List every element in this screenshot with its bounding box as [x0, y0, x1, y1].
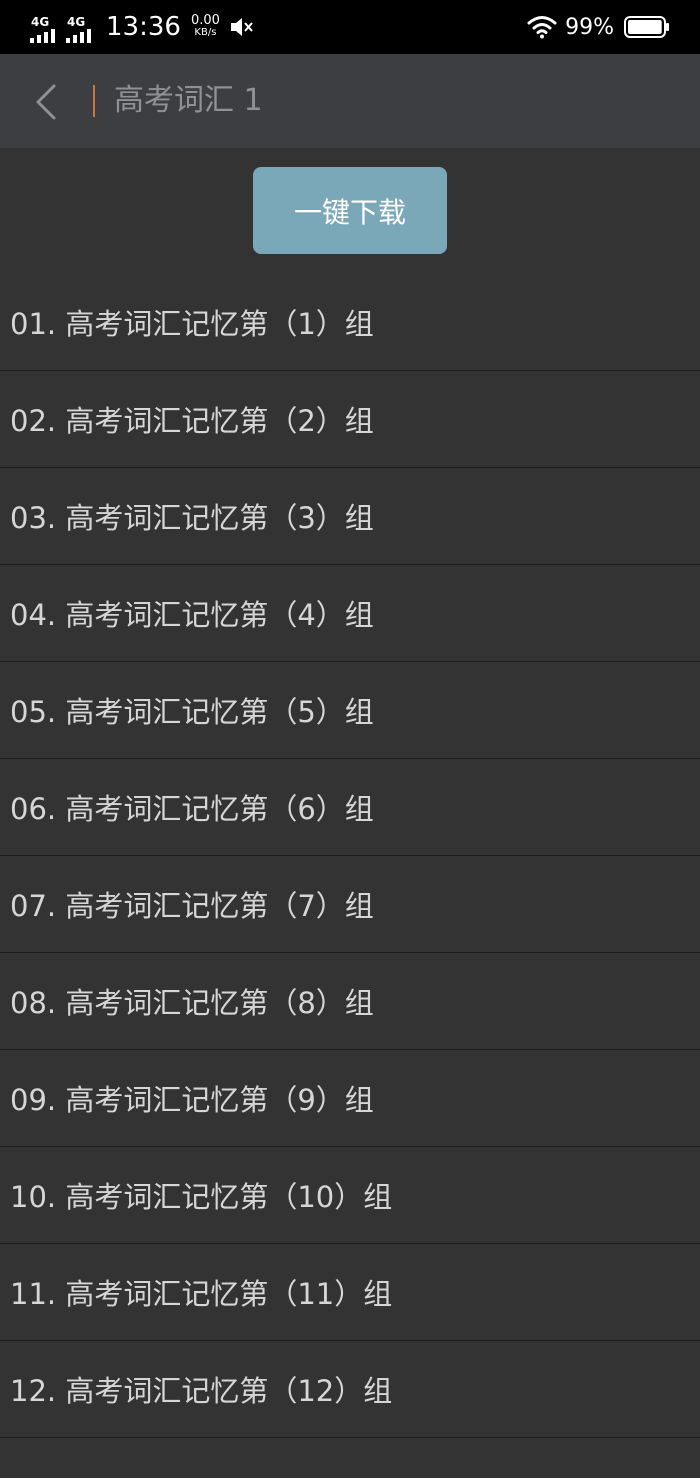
clock: 13:36: [106, 12, 181, 42]
list-item-label: 12. 高考词汇记忆第（12）组: [10, 1374, 393, 1408]
list-item-label: 08. 高考词汇记忆第（8）组: [10, 986, 374, 1020]
list-item[interactable]: 10. 高考词汇记忆第（10）组: [0, 1147, 700, 1244]
status-bar: 4G 4G 13:36 0.00 KB/s 99%: [0, 0, 700, 54]
list-item-label: 10. 高考词汇记忆第（10）组: [10, 1180, 393, 1214]
list-item[interactable]: 08. 高考词汇记忆第（8）组: [0, 953, 700, 1050]
list-item-label: 02. 高考词汇记忆第（2）组: [10, 404, 374, 438]
app-bar: 高考词汇 1: [0, 54, 700, 148]
battery-percent: 99%: [565, 14, 614, 40]
signal-indicator-1: 4G: [30, 7, 62, 47]
list-item-label: 03. 高考词汇记忆第（3）组: [10, 501, 374, 535]
signal-icon: [66, 29, 91, 43]
list-item[interactable]: 02. 高考词汇记忆第（2）组: [0, 371, 700, 468]
page-title: 高考词汇 1: [114, 83, 263, 118]
signal-icon: [30, 29, 55, 43]
download-all-button[interactable]: 一键下载: [253, 167, 447, 254]
back-arrow-icon: [36, 84, 56, 120]
signal-indicator-2: 4G: [66, 7, 98, 47]
list-item-label: 07. 高考词汇记忆第（7）组: [10, 889, 374, 923]
list-item[interactable]: 03. 高考词汇记忆第（3）组: [0, 468, 700, 565]
list-item[interactable]: 12. 高考词汇记忆第（12）组: [0, 1341, 700, 1438]
mute-icon: [230, 18, 253, 36]
list-item-label: 04. 高考词汇记忆第（4）组: [10, 598, 374, 632]
vocab-group-list: 01. 高考词汇记忆第（1）组 02. 高考词汇记忆第（2）组 03. 高考词汇记忆…: [0, 274, 700, 1438]
network-speed-unit: KB/s: [194, 27, 217, 38]
list-item[interactable]: 11. 高考词汇记忆第（11）组: [0, 1244, 700, 1341]
title-divider: [93, 85, 95, 117]
battery-icon: [624, 16, 669, 38]
network-type-label: 4G: [67, 15, 86, 29]
list-item-label: 06. 高考词汇记忆第（6）组: [10, 792, 374, 826]
list-item-label: 05. 高考词汇记忆第（5）组: [10, 695, 374, 729]
list-item[interactable]: 07. 高考词汇记忆第（7）组: [0, 856, 700, 953]
list-item[interactable]: 01. 高考词汇记忆第（1）组: [0, 274, 700, 371]
wifi-icon: [527, 16, 557, 39]
list-item-label: 11. 高考词汇记忆第（11）组: [10, 1277, 393, 1311]
list-item[interactable]: 05. 高考词汇记忆第（5）组: [0, 662, 700, 759]
list-item[interactable]: 06. 高考词汇记忆第（6）组: [0, 759, 700, 856]
list-item[interactable]: 04. 高考词汇记忆第（4）组: [0, 565, 700, 662]
list-item-label: 01. 高考词汇记忆第（1）组: [10, 307, 374, 341]
network-speed: 0.00 KB/s: [190, 13, 220, 39]
status-bar-right: 99%: [527, 0, 670, 54]
network-type-label: 4G: [31, 15, 50, 29]
back-button[interactable]: [22, 78, 70, 126]
status-bar-left: 4G 4G 13:36 0.00 KB/s: [30, 0, 254, 54]
list-item[interactable]: 09. 高考词汇记忆第（9）组: [0, 1050, 700, 1147]
list-item-label: 09. 高考词汇记忆第（9）组: [10, 1083, 374, 1117]
network-speed-value: 0.00: [190, 13, 220, 28]
